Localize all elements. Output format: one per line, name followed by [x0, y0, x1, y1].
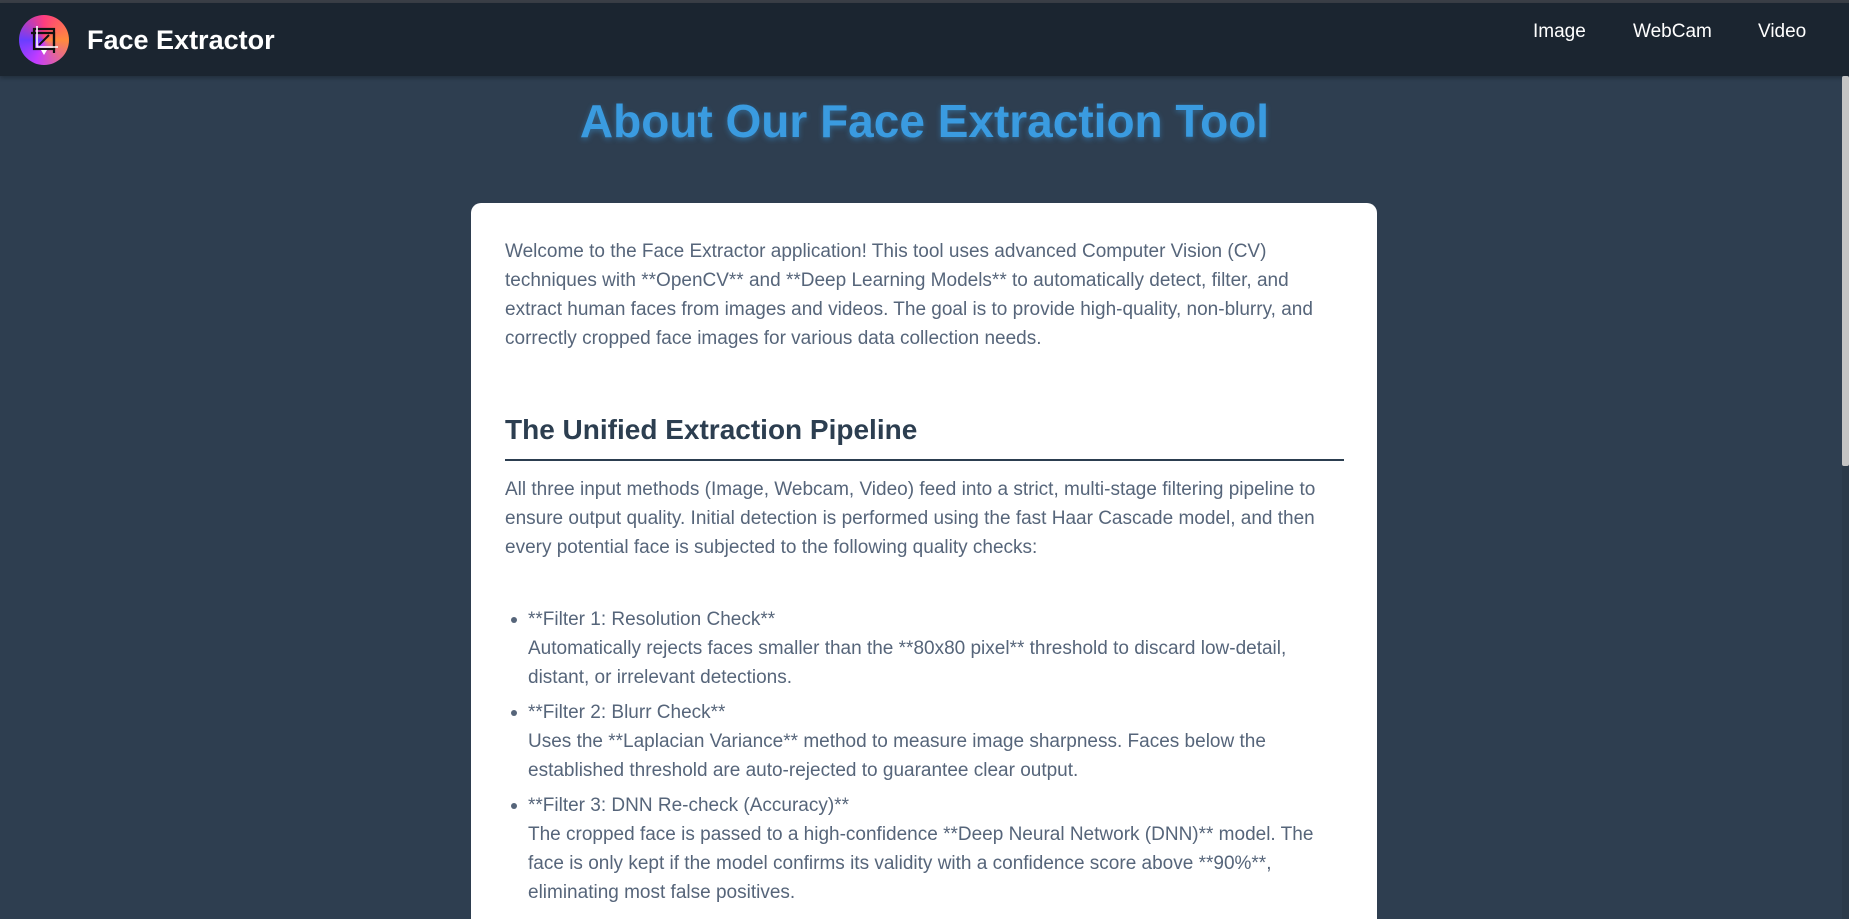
nav-link-webcam[interactable]: WebCam	[1633, 21, 1712, 43]
page-title: About Our Face Extraction Tool	[579, 95, 1270, 147]
bullet-icon	[511, 617, 517, 623]
bullet-icon	[511, 710, 517, 716]
intro-paragraph: Welcome to the Face Extractor applicatio…	[505, 241, 1313, 349]
filter-list: **Filter 1: Resolution Check** Automatic…	[505, 605, 1350, 913]
filter-description: Automatically rejects faces smaller than…	[528, 638, 1287, 688]
nav-link-image[interactable]: Image	[1533, 21, 1586, 43]
about-card: Welcome to the Face Extractor applicatio…	[471, 203, 1377, 919]
pipeline-paragraph: All three input methods (Image, Webcam, …	[505, 479, 1316, 558]
filter-description: Uses the **Laplacian Variance** method t…	[528, 731, 1266, 781]
list-item: **Filter 3: DNN Re-check (Accuracy)** Th…	[505, 791, 1350, 907]
bullet-icon	[511, 803, 517, 809]
list-item: **Filter 2: Blurr Check** Uses the **Lap…	[505, 698, 1350, 785]
filter-title: **Filter 2: Blurr Check**	[528, 702, 726, 723]
list-item: **Filter 1: Resolution Check** Automatic…	[505, 605, 1350, 692]
crop-frame-icon	[31, 26, 58, 55]
filter-title: **Filter 1: Resolution Check**	[528, 609, 776, 630]
navbar: Face Extractor Image WebCam Video	[0, 3, 1849, 76]
app-logo-icon[interactable]	[19, 15, 69, 65]
pipeline-heading: The Unified Extraction Pipeline	[505, 413, 1344, 461]
brand-title[interactable]: Face Extractor	[87, 25, 275, 56]
nav-link-video[interactable]: Video	[1758, 21, 1806, 43]
filter-description: The cropped face is passed to a high-con…	[528, 824, 1314, 903]
filter-title: **Filter 3: DNN Re-check (Accuracy)**	[528, 795, 849, 816]
